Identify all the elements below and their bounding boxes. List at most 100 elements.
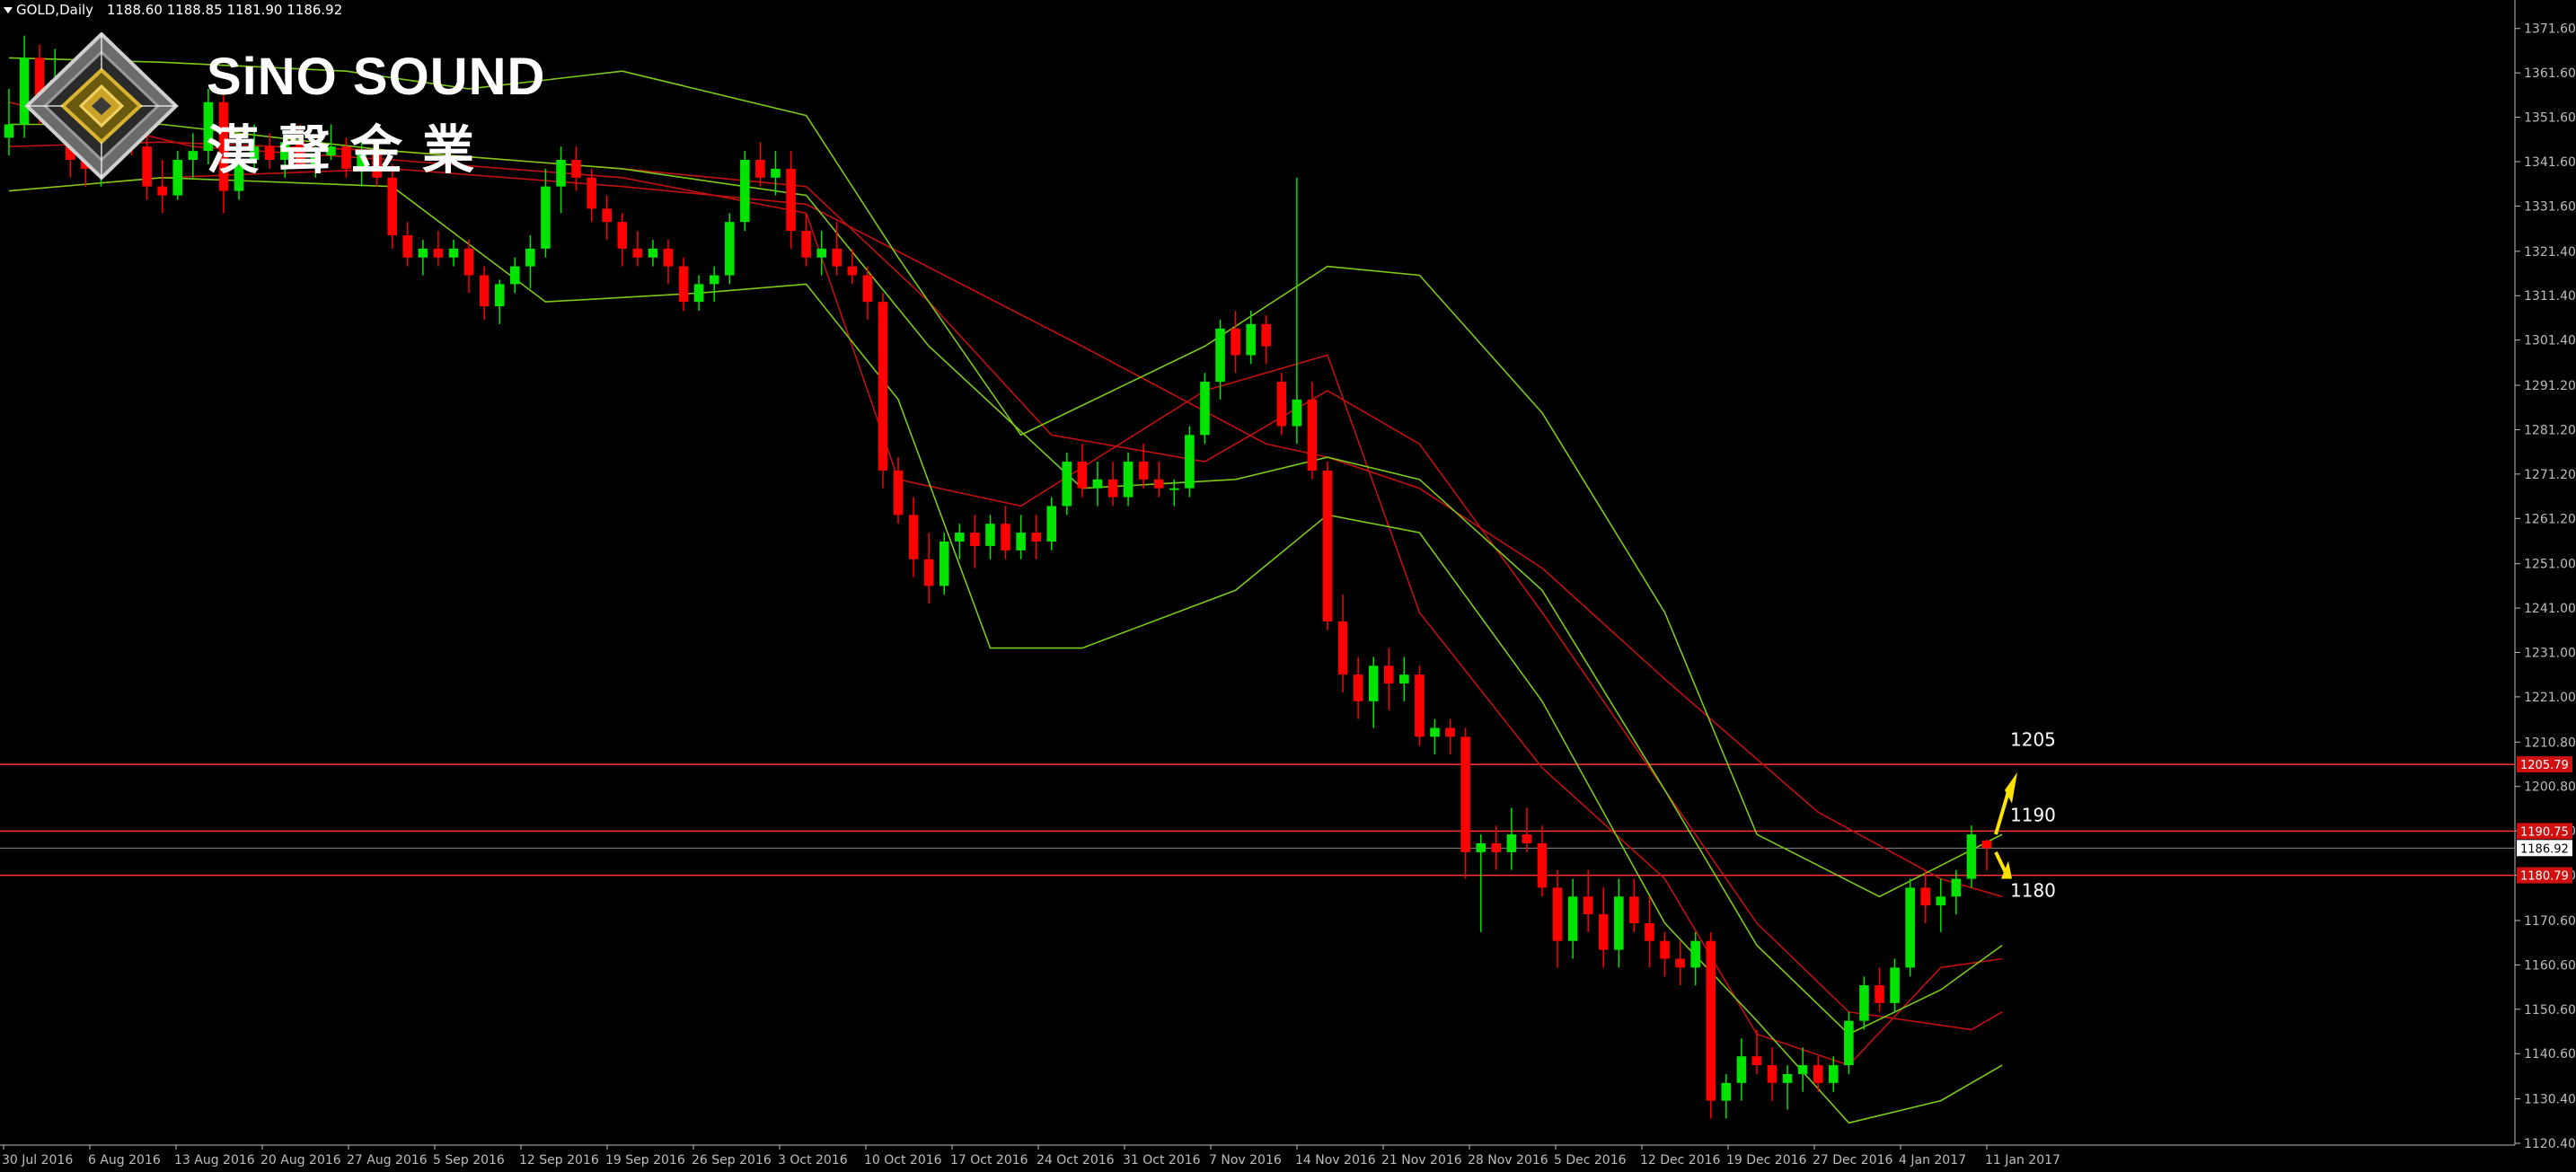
level-label: 1190 xyxy=(2010,804,2056,825)
price-tick-label: 1150.60 xyxy=(2524,1003,2576,1018)
price-tick-label: 1231.00 xyxy=(2524,647,2576,661)
time-tick-label: 26 Sep 2016 xyxy=(692,1153,772,1168)
candle-up xyxy=(541,186,551,249)
candle-down xyxy=(1767,1065,1778,1083)
candle-down xyxy=(1138,462,1149,480)
time-tick-label: 27 Dec 2016 xyxy=(1813,1153,1893,1168)
candle-up xyxy=(1430,727,1440,737)
price-tick-label: 1210.80 xyxy=(2524,736,2576,750)
candle-down xyxy=(463,248,474,276)
candle-up xyxy=(1169,488,1179,490)
time-tick-label: 3 Oct 2016 xyxy=(778,1153,848,1168)
time-tick-label: 30 Jul 2016 xyxy=(2,1153,73,1168)
ohlc-readout: 1188.60 1188.85 1181.90 1186.92 xyxy=(106,2,343,18)
price-tick-label: 1241.00 xyxy=(2524,602,2576,616)
price-tick-label: 1351.60 xyxy=(2524,111,2576,126)
chart-window[interactable]: 1371.60 1361.60 1351.60 1341.60 1331.60 1321.… xyxy=(0,0,2576,1172)
candle-up xyxy=(1246,323,1256,356)
time-tick-label: 10 Oct 2016 xyxy=(864,1153,942,1168)
candle-up xyxy=(1062,462,1072,507)
candle-up xyxy=(418,248,428,258)
price-tick-label: 1361.60 xyxy=(2524,66,2576,81)
candle-up xyxy=(648,248,658,258)
candle-up xyxy=(1399,674,1409,684)
time-tick-label: 12 Dec 2016 xyxy=(1640,1153,1721,1168)
candle-down xyxy=(1415,674,1425,737)
candle-down xyxy=(678,266,689,303)
price-tick-label: 1221.00 xyxy=(2524,691,2576,705)
candle-down xyxy=(479,275,490,307)
price-tick-label: 1170.60 xyxy=(2524,914,2576,929)
candle-down xyxy=(157,186,167,196)
time-tick-label: 17 Oct 2016 xyxy=(950,1153,1028,1168)
candle-down xyxy=(801,231,811,258)
candle-up xyxy=(1966,834,1977,879)
candle-down xyxy=(1322,470,1333,621)
candle-down xyxy=(602,208,613,223)
price-tick-label: 1331.60 xyxy=(2524,199,2576,214)
candle-up xyxy=(1859,985,1869,1021)
candle-up xyxy=(556,160,566,187)
candle-down xyxy=(878,302,888,471)
candle-down xyxy=(1001,524,1010,551)
candle-down xyxy=(617,222,628,249)
candle-up xyxy=(525,248,535,267)
diamond-logo-icon xyxy=(24,32,179,181)
candle-up xyxy=(1951,878,1962,897)
candle-down xyxy=(1460,736,1470,852)
candle-down xyxy=(1645,922,1654,941)
candle-up xyxy=(1123,462,1134,498)
candle-down xyxy=(1445,727,1455,737)
price-tick-label: 1200.80 xyxy=(2524,780,2576,795)
candle-up xyxy=(1016,533,1026,551)
candle-up xyxy=(740,160,750,223)
candle-down xyxy=(847,266,858,276)
candle-down xyxy=(1337,621,1348,675)
candle-up xyxy=(448,248,459,258)
candle-down xyxy=(1537,842,1548,888)
time-tick-label: 28 Nov 2016 xyxy=(1468,1153,1548,1168)
symbol-label: GOLD,Daily xyxy=(16,2,94,18)
dropdown-triangle-icon[interactable] xyxy=(4,7,13,13)
candle-down xyxy=(1583,896,1593,915)
candle-up xyxy=(4,124,14,138)
price-tick-label: 1261.20 xyxy=(2524,512,2576,526)
candle-up xyxy=(985,524,995,546)
candle-up xyxy=(1368,665,1379,701)
candle-down xyxy=(1383,665,1394,684)
candle-up xyxy=(1797,1065,1808,1074)
price-box-label: 1190.75 xyxy=(2520,825,2569,839)
candle-up xyxy=(1890,967,1900,1003)
level-label: 1205 xyxy=(2010,728,2056,750)
candle-up xyxy=(1506,834,1517,852)
price-tick-label: 1251.00 xyxy=(2524,558,2576,572)
candle-up xyxy=(1567,896,1578,941)
price-tick-label: 1130.40 xyxy=(2524,1093,2576,1107)
time-tick-label: 27 Aug 2016 xyxy=(347,1153,428,1168)
price-tick-label: 1160.60 xyxy=(2524,958,2576,973)
candle-up xyxy=(939,541,949,586)
candle-up xyxy=(693,284,704,303)
candle-down xyxy=(1307,399,1318,471)
chart-header: GOLD,Daily 1188.60 1188.85 1181.90 1186.… xyxy=(4,2,342,18)
candle-down xyxy=(1153,479,1164,489)
candle-up xyxy=(771,168,781,178)
time-tick-label: 11 Jan 2017 xyxy=(1985,1153,2060,1168)
candle-down xyxy=(1629,896,1639,923)
moving-average-line xyxy=(8,101,2003,1067)
candle-up xyxy=(1614,896,1624,950)
candle-down xyxy=(1353,674,1363,701)
candle-up xyxy=(724,222,735,276)
price-box-label: 1180.79 xyxy=(2520,870,2569,884)
candle-up xyxy=(510,266,520,285)
time-tick-label: 6 Aug 2016 xyxy=(88,1153,161,1168)
candle-down xyxy=(970,533,980,546)
price-tick-label: 1291.20 xyxy=(2524,379,2576,393)
candle-down xyxy=(1491,842,1502,852)
time-tick-label: 12 Sep 2016 xyxy=(519,1153,599,1168)
candle-up xyxy=(1936,896,1946,906)
candle-down xyxy=(1751,1056,1762,1066)
candle-down xyxy=(1706,940,1716,1101)
candle-up xyxy=(1736,1056,1747,1083)
candle-up xyxy=(955,533,965,542)
